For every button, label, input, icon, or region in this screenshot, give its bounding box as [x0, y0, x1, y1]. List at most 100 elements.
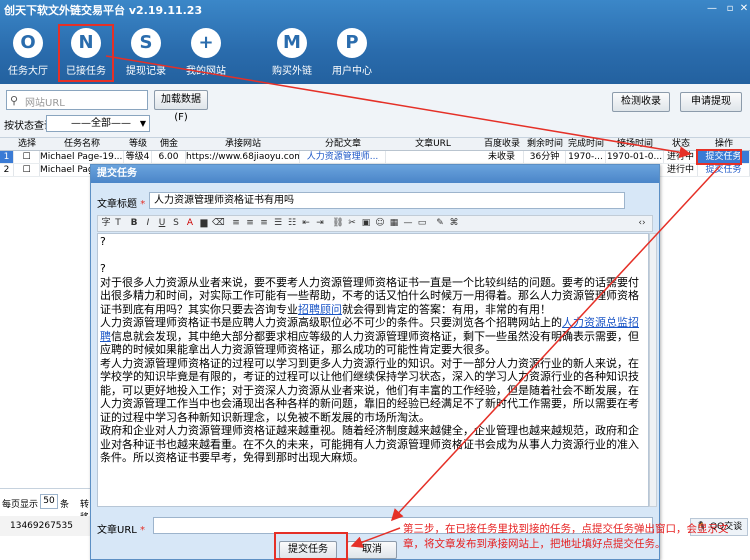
required-icon: * — [140, 525, 146, 536]
table-icon[interactable]: ▦ — [388, 217, 400, 230]
nav-my-site[interactable]: + 我的网站 — [178, 24, 234, 82]
col-commission: 佣金 — [159, 139, 178, 149]
table-row[interactable]: 1 ☐ Michael Page-19... 等级4 6.00 https://… — [0, 151, 750, 164]
restore-icon[interactable]: ▫ — [724, 3, 736, 15]
col-status: 状态 — [671, 139, 690, 149]
article-title-input[interactable]: 人力资源管理师资格证书有用吗 — [149, 192, 625, 209]
col-accept-time: 接场时间 — [616, 139, 653, 149]
row-status: 进行中 — [664, 164, 698, 176]
my-site-icon: + — [191, 28, 221, 58]
unordered-list-icon[interactable]: ☷ — [286, 217, 298, 230]
underline-icon[interactable]: U — [156, 217, 168, 230]
nav-accepted-tasks[interactable]: N 已接任务 — [58, 24, 114, 82]
strike-icon[interactable]: S — [170, 217, 182, 230]
toolbar: ⚲ 网站URL 加载数据(F) 检测收录 申请提现 按状态查询 ——全部—— ▼ — [0, 84, 750, 138]
align-left-icon[interactable]: ≡ — [230, 217, 242, 230]
article-editor[interactable]: ? ? 对于很多人力资源从业者来说，要不要考人力资源管理师资格证书一直是一个比较… — [97, 233, 649, 507]
col-article-url: 文章URL — [415, 139, 451, 149]
hr-icon[interactable]: — — [402, 217, 414, 230]
font-size-icon[interactable]: T — [112, 217, 124, 230]
italic-icon[interactable]: I — [142, 217, 154, 230]
align-center-icon[interactable]: ≡ — [244, 217, 256, 230]
submit-task-dialog: 提交任务 文章标题 * 人力资源管理师资格证书有用吗 字 T B I U S A… — [90, 164, 660, 560]
search-input[interactable]: ⚲ 网站URL — [6, 90, 148, 110]
unlink-icon[interactable]: ✂ — [346, 217, 358, 230]
load-data-button[interactable]: 加载数据(F) — [154, 90, 208, 123]
nav-label: 任务大厅 — [8, 66, 48, 77]
top-bar: 创天下软文外链交易平台 v2.19.11.23 — ▫ ✕ O 任务大厅 N 已… — [0, 0, 750, 84]
row-article-link[interactable]: 人力资源管理师... — [300, 151, 386, 163]
nav-buy-link[interactable]: M 购买外链 — [264, 24, 320, 82]
row-checkbox[interactable]: ☐ — [14, 151, 40, 163]
font-family-icon[interactable]: 字 — [100, 217, 112, 230]
editor-paragraph: ? — [100, 262, 106, 275]
editor-paragraph: 政府和企业对人力资源管理师资格证越来越重视。随着经济制度越来越健全，企业管理也越… — [100, 424, 639, 464]
editor-text: 信息就会发现，其中绝大部分都要求相应等级的人力资源管理师资格证，剩下一些虽然没有… — [100, 329, 639, 357]
task-hall-icon: O — [13, 28, 43, 58]
minimize-icon[interactable]: — — [706, 3, 718, 15]
align-right-icon[interactable]: ≡ — [258, 217, 270, 230]
row-index: 2 — [0, 164, 14, 176]
chevron-down-icon: ▼ — [139, 119, 146, 128]
row-commission: 6.00 — [152, 151, 186, 163]
editor-paragraph: 考人力资源管理师资格证的过程可以学习到更多人力资源行业的知识。对于一部分人力资源… — [100, 356, 639, 424]
nav-label: 我的网站 — [186, 66, 226, 77]
page-size-input[interactable]: 50 — [40, 494, 58, 509]
image-icon[interactable]: ▣ — [360, 217, 372, 230]
nav-label: 已接任务 — [66, 66, 106, 77]
phone-number: 13469267535 — [10, 521, 73, 531]
cancel-button[interactable]: 取消 — [347, 541, 397, 559]
brush-icon[interactable]: ✎ — [434, 217, 446, 230]
outdent-icon[interactable]: ⇤ — [300, 217, 312, 230]
app-title: 创天下软文外链交易平台 v2.19.11.23 — [4, 4, 203, 17]
row-remaining: 36分钟 — [524, 151, 566, 163]
row-task-name: Michael Page-19... — [40, 151, 124, 163]
link-icon[interactable]: ⛓ — [332, 217, 344, 230]
article-title-label: 文章标题 * — [97, 195, 145, 210]
col-article: 分配文章 — [324, 139, 361, 149]
editor-text: 人力资源管理师资格证书是应聘人力资源高级职位必不可少的条件。只要浏览各个招聘网站… — [100, 316, 562, 329]
eraser-icon[interactable]: ⌫ — [212, 217, 225, 230]
col-level: 等级 — [128, 139, 147, 149]
row-checkbox[interactable]: ☐ — [14, 164, 40, 176]
indent-icon[interactable]: ⇥ — [314, 217, 326, 230]
ordered-list-icon[interactable]: ☰ — [272, 217, 284, 230]
media-icon[interactable]: ▭ — [416, 217, 428, 230]
col-remaining: 剩余时间 — [526, 139, 563, 149]
nav-withdraw-record[interactable]: S 提现记录 — [118, 24, 174, 82]
row-baidu: 未收录 — [480, 151, 524, 163]
row-site: https://www.68jiaoyu.com — [186, 151, 300, 163]
col-task-name: 任务名称 — [63, 139, 100, 149]
user-center-icon: P — [337, 28, 367, 58]
apply-withdraw-button[interactable]: 申请提现 — [680, 92, 742, 112]
search-icon: ⚲ — [10, 94, 19, 107]
editor-scrollbar[interactable] — [649, 233, 657, 507]
close-icon[interactable]: ✕ — [738, 3, 750, 15]
nav-label: 用户中心 — [332, 66, 372, 77]
submit-button-highlight — [274, 532, 348, 560]
status-bar: 13469267535 — [0, 516, 92, 536]
col-baidu: 百度收录 — [483, 139, 520, 149]
row-index: 1 — [0, 151, 14, 163]
nav-task-hall[interactable]: O 任务大厅 — [0, 24, 56, 82]
check-index-button[interactable]: 检测收录 — [612, 92, 670, 112]
status-filter-select[interactable]: ——全部—— ▼ — [46, 115, 150, 132]
code-view-icon[interactable]: ‹› — [636, 217, 648, 230]
submit-task-highlight — [696, 149, 742, 165]
search-placeholder: 网站URL — [25, 98, 65, 109]
col-select: 选择 — [17, 139, 36, 149]
highlight-icon[interactable]: ▆ — [198, 217, 210, 230]
source-icon[interactable]: ⌘ — [448, 217, 460, 230]
bold-icon[interactable]: B — [128, 217, 140, 230]
emoticon-icon[interactable]: ☺ — [374, 217, 386, 230]
article-url-label: 文章URL * — [97, 521, 145, 536]
row-finish-time: 1970-... — [566, 151, 606, 163]
article-title-label-text: 文章标题 — [97, 199, 137, 210]
nav-user-center[interactable]: P 用户中心 — [324, 24, 380, 82]
submit-task-link[interactable]: 提交任务 — [698, 164, 750, 176]
dialog-title: 提交任务 — [91, 165, 659, 183]
editor-link[interactable]: 招聘顾问 — [298, 303, 342, 316]
font-color-icon[interactable]: A — [184, 217, 196, 230]
accepted-tasks-icon: N — [71, 28, 101, 58]
col-site: 承接网站 — [224, 139, 261, 149]
